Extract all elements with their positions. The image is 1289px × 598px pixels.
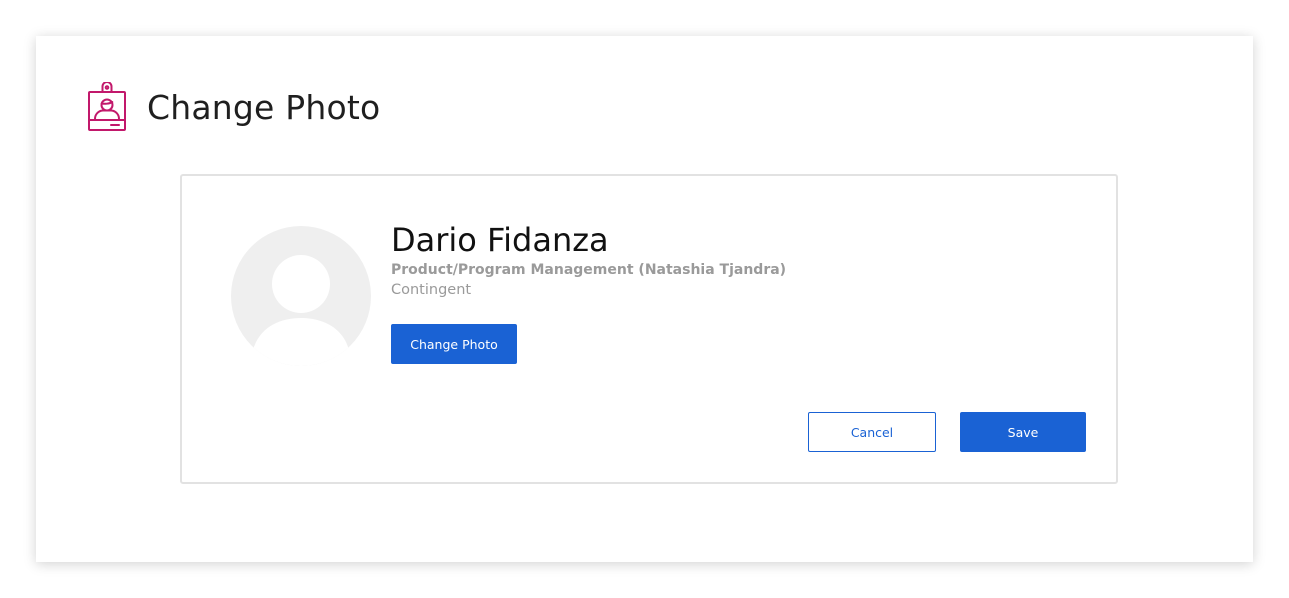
page-title: Change Photo xyxy=(147,87,381,127)
profile-worker-type: Contingent xyxy=(391,282,472,298)
default-avatar-icon xyxy=(251,255,351,366)
profile-card: Dario Fidanza Product/Program Management… xyxy=(180,174,1118,484)
id-badge-icon xyxy=(87,82,127,132)
change-photo-dialog: Change Photo Dario Fidanza Product/Progr… xyxy=(36,36,1253,562)
avatar xyxy=(231,226,371,366)
profile-department: Product/Program Management (Natashia Tja… xyxy=(391,262,787,278)
dialog-header: Change Photo xyxy=(87,82,380,132)
change-photo-button[interactable]: Change Photo xyxy=(391,324,517,364)
profile-name: Dario Fidanza xyxy=(391,221,609,259)
save-button[interactable]: Save xyxy=(960,412,1086,452)
cancel-button[interactable]: Cancel xyxy=(808,412,936,452)
